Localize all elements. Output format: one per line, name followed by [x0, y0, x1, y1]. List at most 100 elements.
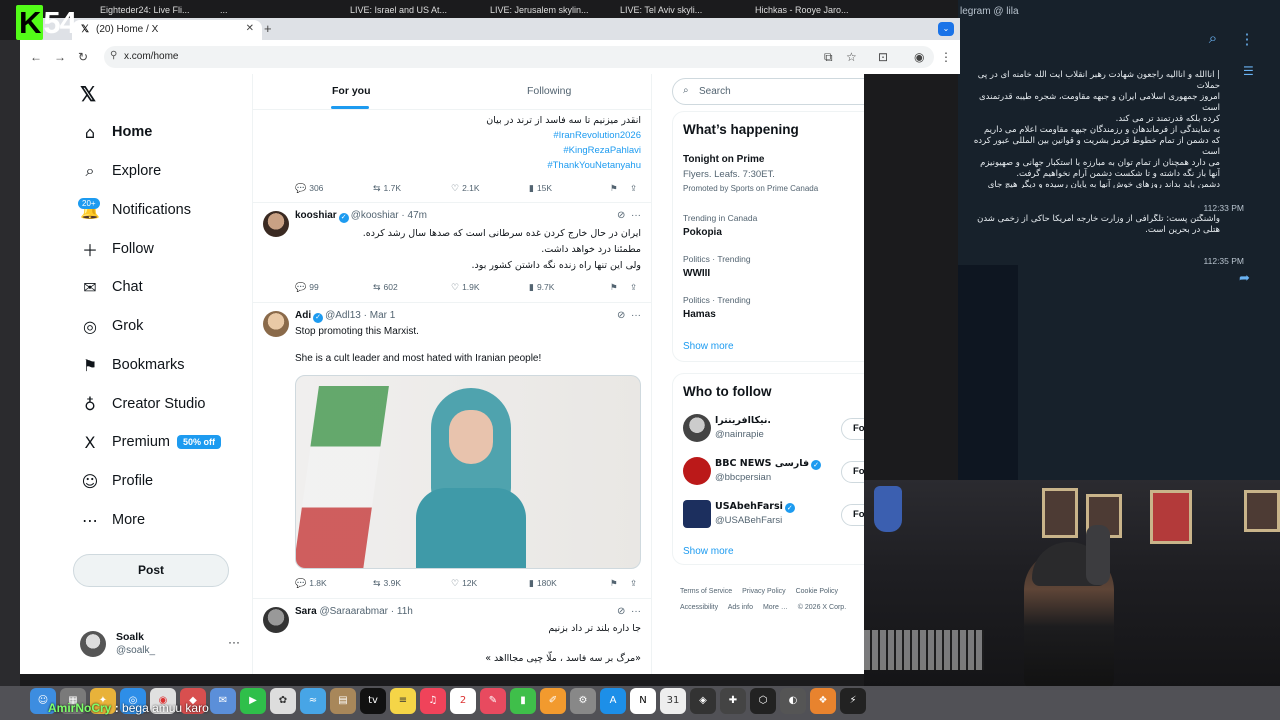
share-icon[interactable]: ⇪: [630, 578, 637, 589]
avatar[interactable]: [263, 211, 289, 237]
extensions-icon[interactable]: ⊡: [878, 50, 888, 64]
bookmark-icon[interactable]: ⚑: [610, 183, 618, 194]
mail-icon[interactable]: ✉: [210, 688, 236, 714]
background-tab[interactable]: LIVE: Jerusalem skylin...: [490, 5, 600, 18]
music-icon[interactable]: ♫: [420, 688, 446, 714]
appstore-icon[interactable]: A: [600, 688, 626, 714]
views-button[interactable]: ▮ 9.7K: [529, 282, 554, 293]
background-tab[interactable]: Eighteder24: Live Fli...: [100, 5, 190, 18]
tab-search-button[interactable]: ⌄: [938, 22, 954, 36]
app-icon[interactable]: ▤: [330, 688, 356, 714]
app-icon[interactable]: ⬡: [750, 688, 776, 714]
nav-more[interactable]: ⋯ More: [80, 506, 145, 534]
background-tab[interactable]: ...: [220, 5, 320, 18]
tab-for-you[interactable]: For you: [332, 85, 371, 97]
hashtag-link[interactable]: #IranRevolution2026: [553, 128, 641, 144]
more-icon[interactable]: ···: [228, 635, 240, 649]
trend-item[interactable]: Politics · Trending Hamas ···: [683, 295, 864, 320]
tweet-menu[interactable]: ⊘ ···: [617, 606, 641, 617]
search-icon[interactable]: ⌕: [1204, 30, 1222, 48]
background-tab[interactable]: LIVE: Tel Aviv skyli...: [620, 5, 720, 18]
notion-icon[interactable]: N: [630, 688, 656, 714]
tweet[interactable]: Sara @Saraarabmar · 11h ⊘ ··· جا داره بل…: [253, 599, 651, 674]
search-input[interactable]: ⌕ Search: [672, 78, 864, 105]
background-tab[interactable]: LIVE: Israel and US At...: [350, 5, 470, 18]
photos-icon[interactable]: ✿: [270, 688, 296, 714]
bookmark-icon[interactable]: ⚑: [610, 578, 618, 589]
close-tab-icon[interactable]: ✕: [246, 23, 254, 34]
follow-suggestion[interactable]: USAbehFarsi✓ @USABehFarsi Follow: [683, 500, 864, 530]
follow-suggestion[interactable]: نیکاافرینترا. @nainrapie Follow: [683, 414, 864, 444]
share-icon[interactable]: ⇪: [630, 183, 637, 194]
tab-following[interactable]: Following: [527, 85, 571, 97]
follow-button[interactable]: Follow: [841, 418, 864, 440]
nav-explore[interactable]: ⌕ Explore: [80, 157, 162, 185]
hashtag-link[interactable]: #ThankYouNetanyahu: [547, 158, 641, 174]
nav-home[interactable]: ⌂ Home: [80, 118, 152, 146]
address-bar[interactable]: ⚲ x.com/home: [104, 46, 934, 68]
calendar-icon[interactable]: 2: [450, 688, 476, 714]
nav-bookmarks[interactable]: ⚑ Bookmarks: [80, 351, 185, 379]
tweet[interactable]: kooshiar ✓ @kooshiar · 47m ⊘ ··· ایران در …: [253, 203, 651, 303]
trend-item[interactable]: Trending in Canada Pokopia ···: [683, 213, 864, 238]
tweet-menu[interactable]: ⊘ ···: [617, 310, 641, 321]
views-button[interactable]: ▮ 15K: [529, 183, 552, 194]
post-button[interactable]: Post: [73, 554, 229, 587]
tweet[interactable]: انقدر میزنیم تا سه فاسد از ترند در بیان …: [253, 111, 651, 203]
notes-icon[interactable]: ≡: [390, 688, 416, 714]
settings-icon[interactable]: ⚙: [570, 688, 596, 714]
facetime-icon[interactable]: ▶: [240, 688, 266, 714]
install-icon[interactable]: ⧉: [824, 50, 833, 65]
nav-follow[interactable]: ＋ Follow: [80, 235, 154, 263]
reply-button[interactable]: 💬 1.8K: [295, 578, 327, 589]
follow-button[interactable]: Follow: [841, 461, 864, 483]
app-icon[interactable]: ✎: [480, 688, 506, 714]
retweet-button[interactable]: ⇆ 602: [373, 282, 398, 293]
app-icon[interactable]: ✚: [720, 688, 746, 714]
filter-icon[interactable]: ☰: [1243, 64, 1254, 78]
tv-icon[interactable]: tv: [360, 688, 386, 714]
reply-button[interactable]: 💬 306: [295, 183, 323, 194]
tab-x-home[interactable]: 𝕏 (20) Home / X ✕: [72, 20, 262, 40]
nav-grok[interactable]: ◎ Grok: [80, 312, 143, 340]
site-info-icon[interactable]: ⚲: [110, 50, 117, 61]
app-icon[interactable]: ◐: [780, 688, 806, 714]
share-icon[interactable]: ⇪: [630, 282, 637, 293]
account-switcher[interactable]: Soalk @soalk_ ···: [80, 629, 240, 659]
profile-icon[interactable]: ◉: [914, 50, 924, 64]
like-button[interactable]: ♡ 1.9K: [451, 282, 480, 293]
nav-premium[interactable]: X Premium: [80, 428, 171, 456]
like-button[interactable]: ♡ 2.1K: [451, 183, 480, 194]
menu-icon[interactable]: ⋮: [940, 50, 952, 64]
views-button[interactable]: ▮ 180K: [529, 578, 557, 589]
new-tab-button[interactable]: +: [264, 21, 272, 36]
back-icon[interactable]: ←: [30, 50, 42, 64]
avatar[interactable]: [263, 311, 289, 337]
background-tab[interactable]: Hichkas - Rooye Jaro...: [755, 5, 865, 18]
reply-button[interactable]: 💬 99: [295, 282, 319, 293]
more-icon[interactable]: ⋮: [1238, 30, 1256, 48]
forward-icon[interactable]: ➦: [1239, 270, 1250, 286]
app-icon[interactable]: ≈: [300, 688, 326, 714]
trend-item[interactable]: Politics · Trending WWIII ···: [683, 254, 864, 279]
follow-suggestion[interactable]: BBC NEWS فارسی✓ @bbcpersian Follow: [683, 457, 864, 487]
trend-item[interactable]: Tonight on Prime Flyers. Leafs. 7:30ET. …: [683, 154, 864, 193]
tweet-menu[interactable]: ⊘ ···: [617, 210, 641, 221]
like-button[interactable]: ♡ 12K: [451, 578, 477, 589]
app-icon[interactable]: ❖: [810, 688, 836, 714]
show-more-link[interactable]: Show more: [683, 546, 734, 557]
app-icon[interactable]: ⚡: [840, 688, 866, 714]
follow-button[interactable]: Follow: [841, 504, 864, 526]
avatar[interactable]: [263, 607, 289, 633]
x-logo-icon[interactable]: 𝕏: [80, 82, 96, 107]
nav-creator-studio[interactable]: ♁ Creator Studio: [80, 390, 205, 418]
calendar-icon[interactable]: 31: [660, 688, 686, 714]
tweet[interactable]: Adi ✓ @Adl13 · Mar 1 ⊘ ··· Stop promoting …: [253, 303, 651, 599]
forward-icon[interactable]: →: [54, 50, 66, 64]
bookmark-star-icon[interactable]: ☆: [846, 50, 857, 64]
bookmark-icon[interactable]: ⚑: [610, 282, 618, 293]
hashtag-link[interactable]: #KingRezaPahlavi: [563, 143, 641, 159]
tweet-image[interactable]: [295, 375, 641, 569]
show-more-link[interactable]: Show more: [683, 341, 734, 352]
nav-profile[interactable]: ☺ Profile: [80, 467, 153, 495]
